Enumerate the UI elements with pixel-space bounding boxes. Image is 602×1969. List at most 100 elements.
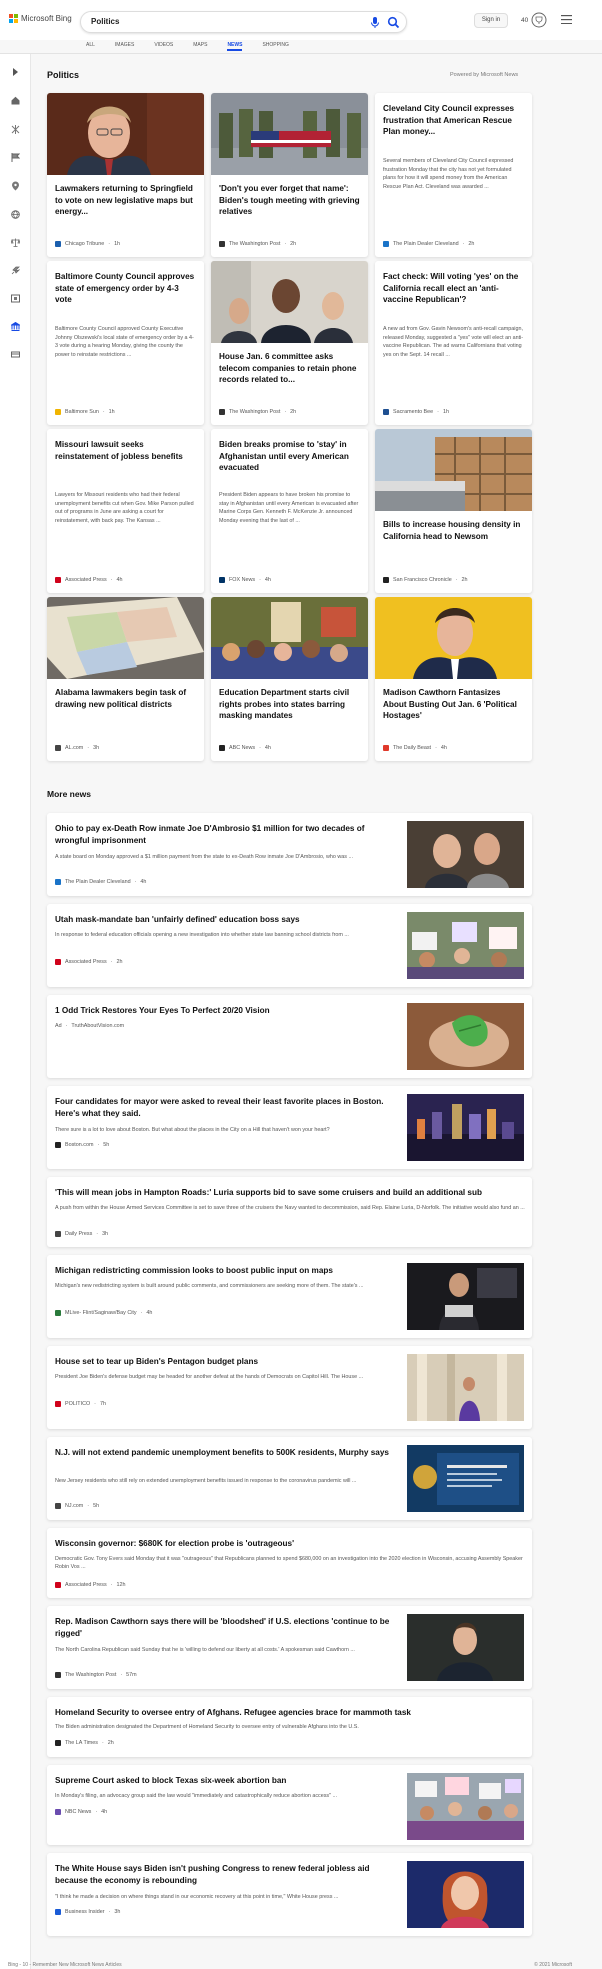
card-headline[interactable]: Lawmakers returning to Springfield to vo…: [55, 183, 196, 218]
news-card[interactable]: 'Don't you ever forget that name': Biden…: [211, 93, 368, 257]
news-list-item[interactable]: Michigan redistricting commission looks …: [47, 1255, 532, 1338]
card-headline[interactable]: Madison Cawthorn Fantasizes About Bustin…: [383, 687, 524, 722]
news-list-item[interactable]: Utah mask-mandate ban 'unfairly defined'…: [47, 904, 532, 987]
card-headline[interactable]: 'Don't you ever forget that name': Biden…: [219, 183, 360, 218]
item-headline[interactable]: 1 Odd Trick Restores Your Eyes To Perfec…: [55, 1005, 400, 1017]
news-list-item[interactable]: Supreme Court asked to block Texas six-w…: [47, 1765, 532, 1845]
item-source[interactable]: Boston.com · 5h: [55, 1142, 109, 1148]
tab-all[interactable]: ALL: [86, 40, 95, 53]
news-list-item[interactable]: N.J. will not extend pandemic unemployme…: [47, 1437, 532, 1520]
item-headline[interactable]: Michigan redistricting commission looks …: [55, 1265, 400, 1277]
tab-images[interactable]: IMAGES: [115, 40, 134, 53]
home-icon[interactable]: [11, 96, 20, 105]
item-source[interactable]: MLive- Flint/Saginaw/Bay City · 4h: [55, 1310, 152, 1316]
rewards-trophy-icon[interactable]: [531, 12, 547, 28]
item-headline[interactable]: 'This will mean jobs in Hampton Roads:' …: [55, 1187, 525, 1199]
hamburger-menu-icon[interactable]: [561, 15, 572, 24]
news-card[interactable]: Alabama lawmakers begin task of drawing …: [47, 597, 204, 761]
rewards-points[interactable]: 40: [521, 17, 528, 24]
item-headline[interactable]: Homeland Security to oversee entry of Af…: [55, 1707, 525, 1719]
news-card[interactable]: House Jan. 6 committee asks telecom comp…: [211, 261, 368, 425]
card-headline[interactable]: Alabama lawmakers begin task of drawing …: [55, 687, 196, 710]
news-list-item[interactable]: Four candidates for mayor were asked to …: [47, 1086, 532, 1169]
item-headline[interactable]: Ohio to pay ex-Death Row inmate Joe D'Am…: [55, 823, 400, 846]
news-list-item[interactable]: The White House says Biden isn't pushing…: [47, 1853, 532, 1936]
rocket-icon[interactable]: [11, 266, 20, 275]
news-list-item[interactable]: Ohio to pay ex-Death Row inmate Joe D'Am…: [47, 813, 532, 896]
card-source[interactable]: San Francisco Chronicle · 2h: [383, 577, 468, 583]
money-icon[interactable]: [11, 350, 20, 359]
news-card[interactable]: Bills to increase housing density in Cal…: [375, 429, 532, 593]
bing-logo[interactable]: Microsoft Bing: [9, 14, 72, 23]
news-list-item[interactable]: 'This will mean jobs in Hampton Roads:' …: [47, 1177, 532, 1247]
location-pin-icon[interactable]: [11, 181, 20, 191]
news-list-item[interactable]: Wisconsin governor: $680K for election p…: [47, 1528, 532, 1598]
tab-maps[interactable]: MAPS: [193, 40, 207, 53]
news-card[interactable]: Madison Cawthorn Fantasizes About Bustin…: [375, 597, 532, 761]
card-source[interactable]: The Daily Beast · 4h: [383, 745, 447, 751]
item-source[interactable]: The Plain Dealer Cleveland · 4h: [55, 879, 146, 885]
item-headline[interactable]: Four candidates for mayor were asked to …: [55, 1096, 400, 1119]
scales-icon[interactable]: [11, 238, 20, 247]
item-source[interactable]: Associated Press · 12h: [55, 1582, 125, 1588]
sparkle-icon[interactable]: [11, 125, 20, 134]
search-box[interactable]: Politics: [80, 11, 407, 33]
item-headline[interactable]: Supreme Court asked to block Texas six-w…: [55, 1775, 400, 1787]
item-source[interactable]: Associated Press · 2h: [55, 959, 122, 965]
item-headline[interactable]: Utah mask-mandate ban 'unfairly defined'…: [55, 914, 400, 926]
card-headline[interactable]: Missouri lawsuit seeks reinstatement of …: [55, 439, 196, 462]
news-card[interactable]: Biden breaks promise to 'stay' in Afghan…: [211, 429, 368, 593]
card-headline[interactable]: Baltimore County Council approves state …: [55, 271, 196, 306]
card-headline[interactable]: House Jan. 6 committee asks telecom comp…: [219, 351, 360, 386]
flag-icon[interactable]: [11, 153, 20, 162]
tab-videos[interactable]: VIDEOS: [154, 40, 173, 53]
news-card[interactable]: Baltimore County Council approves state …: [47, 261, 204, 425]
card-headline[interactable]: Education Department starts civil rights…: [219, 687, 360, 722]
item-source[interactable]: POLITICO · 7h: [55, 1401, 106, 1407]
item-headline[interactable]: Wisconsin governor: $680K for election p…: [55, 1538, 525, 1550]
card-source[interactable]: FOX News · 4h: [219, 577, 271, 583]
globe-icon[interactable]: [11, 210, 20, 219]
powered-by-label[interactable]: Powered by Microsoft News: [450, 72, 518, 78]
card-source[interactable]: The Washington Post · 2h: [219, 409, 296, 415]
item-headline[interactable]: Rep. Madison Cawthorn says there will be…: [55, 1616, 400, 1639]
news-list-item[interactable]: House set to tear up Biden's Pentagon bu…: [47, 1346, 532, 1429]
item-source[interactable]: The Washington Post · 57m: [55, 1672, 137, 1678]
item-headline[interactable]: N.J. will not extend pandemic unemployme…: [55, 1447, 400, 1459]
search-input[interactable]: Politics: [91, 17, 119, 26]
card-headline[interactable]: Bills to increase housing density in Cal…: [383, 519, 524, 542]
sign-in-button[interactable]: Sign in: [474, 13, 508, 28]
film-icon[interactable]: [11, 294, 20, 303]
card-source[interactable]: Associated Press · 4h: [55, 577, 122, 583]
news-card[interactable]: Fact check: Will voting 'yes' on the Cal…: [375, 261, 532, 425]
news-list-item[interactable]: Homeland Security to oversee entry of Af…: [47, 1697, 532, 1757]
item-source[interactable]: Ad · TruthAboutVision.com: [55, 1023, 124, 1029]
news-card[interactable]: Missouri lawsuit seeks reinstatement of …: [47, 429, 204, 593]
mic-icon[interactable]: [369, 16, 381, 29]
card-source[interactable]: The Plain Dealer Cleveland · 2h: [383, 241, 474, 247]
item-headline[interactable]: The White House says Biden isn't pushing…: [55, 1863, 400, 1886]
item-source[interactable]: The LA Times · 2h: [55, 1740, 114, 1746]
card-source[interactable]: The Washington Post · 2h: [219, 241, 296, 247]
search-icon[interactable]: [387, 16, 400, 29]
footer-left-text[interactable]: Bing - 10 - Remember New Microsoft News …: [8, 1962, 122, 1968]
card-source[interactable]: ABC News · 4h: [219, 745, 271, 751]
news-card[interactable]: Lawmakers returning to Springfield to vo…: [47, 93, 204, 257]
item-source[interactable]: Business Insider · 3h: [55, 1909, 120, 1915]
news-card[interactable]: Cleveland City Council expresses frustra…: [375, 93, 532, 257]
item-source[interactable]: Daily Press · 3h: [55, 1231, 108, 1237]
item-source[interactable]: NJ.com · 5h: [55, 1503, 99, 1509]
card-headline[interactable]: Biden breaks promise to 'stay' in Afghan…: [219, 439, 360, 474]
expand-arrow-icon[interactable]: [11, 68, 19, 76]
card-source[interactable]: Baltimore Sun · 1h: [55, 409, 115, 415]
item-headline[interactable]: House set to tear up Biden's Pentagon bu…: [55, 1356, 400, 1368]
card-source[interactable]: AL.com · 3h: [55, 745, 99, 751]
card-source[interactable]: Chicago Tribune · 1h: [55, 241, 120, 247]
news-list-item[interactable]: Rep. Madison Cawthorn says there will be…: [47, 1606, 532, 1689]
card-source[interactable]: Sacramento Bee · 1h: [383, 409, 449, 415]
card-headline[interactable]: Cleveland City Council expresses frustra…: [383, 103, 524, 138]
news-card[interactable]: Education Department starts civil rights…: [211, 597, 368, 761]
politics-building-icon[interactable]: [11, 322, 20, 331]
tab-news[interactable]: NEWS: [227, 40, 243, 51]
item-source[interactable]: NBC News · 4h: [55, 1809, 107, 1815]
